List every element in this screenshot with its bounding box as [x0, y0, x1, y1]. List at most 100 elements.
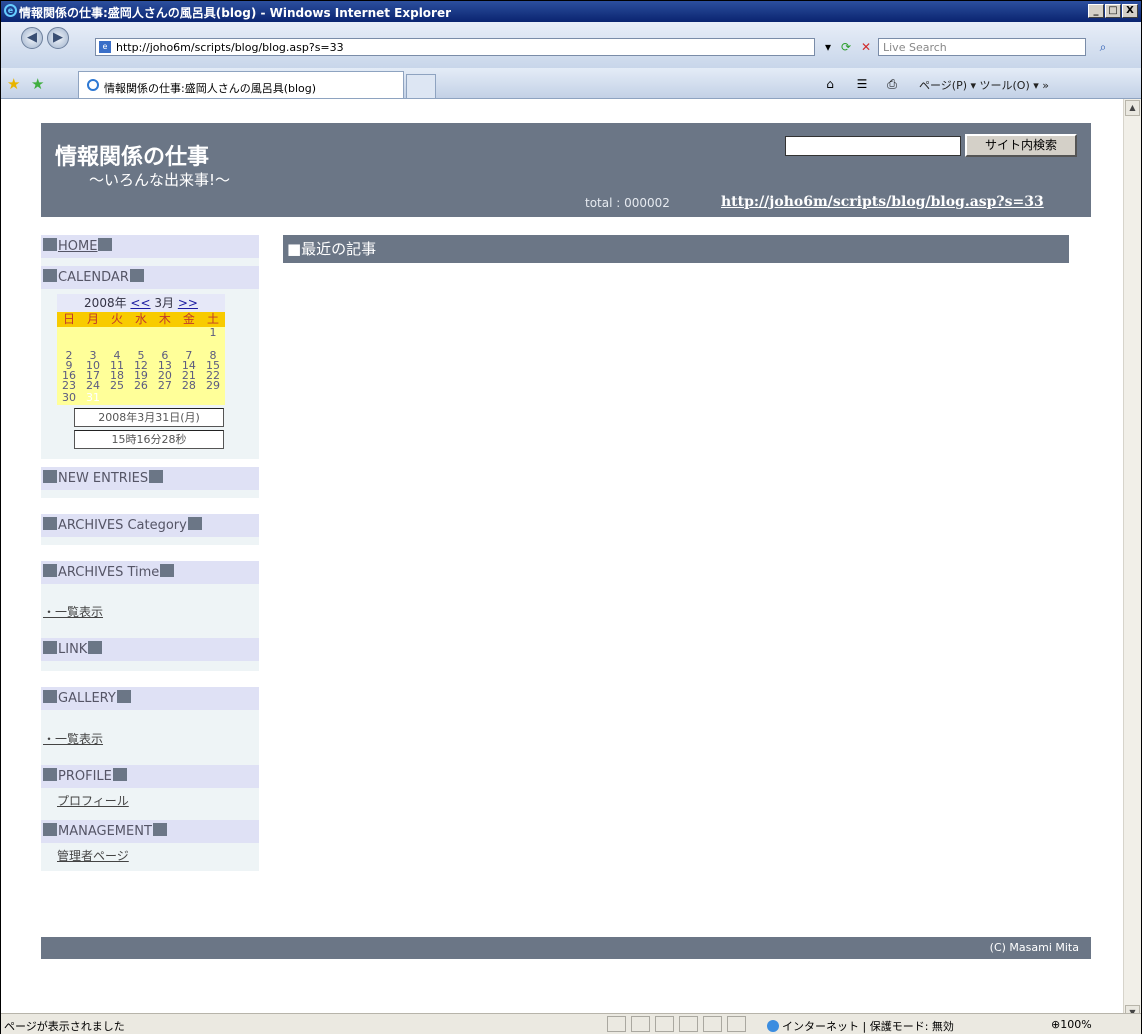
square-icon — [43, 238, 57, 251]
square-icon — [43, 470, 57, 483]
home-icon[interactable]: ⌂ — [821, 75, 839, 93]
status-segment — [679, 1016, 698, 1032]
sidebar-home[interactable]: HOME — [41, 235, 259, 258]
zoom-control[interactable]: ⊕100% — [1051, 1018, 1092, 1031]
tab-title: 情報関係の仕事:盛岡人さんの風呂具(blog) — [104, 82, 317, 95]
security-zone[interactable]: インターネット | 保護モード: 無効 — [767, 1018, 954, 1034]
header-url-link[interactable]: http://joho6m/scripts/blog/blog.asp?s=33 — [721, 194, 1044, 210]
square-icon — [116, 690, 131, 703]
vertical-scrollbar[interactable]: ▲ ▼ — [1123, 99, 1141, 1025]
dow-cell: 日 — [57, 312, 81, 327]
status-bar: ページが表示されました インターネット | 保護モード: 無効 ⊕100% — [1, 1013, 1141, 1034]
day-cell: 24 — [80, 380, 105, 391]
day-cell — [104, 391, 129, 405]
day-cell: 25 — [104, 380, 129, 391]
square-icon — [43, 517, 57, 530]
minimize-button[interactable]: _ — [1088, 4, 1104, 18]
site-search-input[interactable] — [785, 136, 961, 156]
site-header: 情報関係の仕事 ～いろんな出来事!～ サイト内検索 total : 000002… — [41, 123, 1091, 217]
gallery-list-link[interactable]: ・一覧表示 — [43, 732, 103, 746]
favorites-star-icon[interactable]: ★ — [7, 75, 20, 93]
site-subtitle: ～いろんな出来事!～ — [89, 171, 231, 189]
square-icon — [43, 269, 57, 282]
day-cell — [80, 327, 105, 339]
close-button[interactable]: X — [1122, 4, 1138, 18]
command-bar[interactable]: ページ(P) ▾ ツール(O) ▾ » — [919, 77, 1049, 93]
dropdown-icon[interactable]: ▾ — [819, 38, 837, 56]
browser-window: e 情報関係の仕事:盛岡人さんの風呂具(blog) - Windows Inte… — [0, 0, 1142, 1034]
sidebar-archives-category-header: ARCHIVES Category — [41, 514, 259, 537]
dow-cell: 水 — [128, 312, 153, 327]
page-icon: e — [99, 41, 111, 53]
day-cell — [176, 391, 201, 405]
page-viewport: 情報関係の仕事 ～いろんな出来事!～ サイト内検索 total : 000002… — [1, 99, 1123, 1025]
scroll-up-arrow-icon[interactable]: ▲ — [1125, 100, 1140, 116]
calendar-widget: 2008年 << 3月 >> 日 月 火 水 木 金 土 1 2 3 4 5 6… — [41, 289, 259, 459]
title-bar: e 情報関係の仕事:盛岡人さんの風呂具(blog) - Windows Inte… — [1, 1, 1141, 22]
calendar-table: 2008年 << 3月 >> 日 月 火 水 木 金 土 1 2 3 4 5 6… — [57, 294, 225, 405]
day-cell — [152, 327, 177, 339]
square-icon — [43, 641, 57, 654]
sidebar-calendar-header: CALENDAR — [41, 266, 259, 289]
square-icon — [43, 768, 57, 781]
zoom-icon: ⊕ — [1051, 1018, 1061, 1031]
add-favorites-icon[interactable]: ★ — [31, 75, 44, 93]
day-cell: 23 — [57, 380, 81, 391]
square-icon — [152, 823, 167, 836]
new-tab-button[interactable] — [406, 74, 436, 98]
status-segment — [727, 1016, 746, 1032]
day-cell: 28 — [176, 380, 201, 391]
tab-row: ★ ★ 情報関係の仕事:盛岡人さんの風呂具(blog) ⌂ ☰ ⎙ ページ(P)… — [1, 68, 1141, 99]
square-icon — [187, 517, 202, 530]
feeds-icon[interactable]: ☰ — [853, 75, 871, 93]
archives-list-link[interactable]: ・一覧表示 — [43, 605, 103, 619]
management-link[interactable]: 管理者ページ — [57, 849, 129, 863]
profile-link[interactable]: プロフィール — [57, 794, 129, 808]
day-cell — [128, 391, 153, 405]
sidebar-archives-category-label: ARCHIVES Category — [58, 518, 187, 533]
status-text: ページが表示されました — [4, 1020, 125, 1033]
dow-cell: 金 — [176, 312, 201, 327]
sidebar-gallery-label: GALLERY — [58, 691, 116, 706]
address-bar: ◀ ▶ e http://joho6m/scripts/blog/blog.as… — [1, 22, 1141, 68]
sidebar-management-label: MANAGEMENT — [58, 824, 152, 839]
square-icon — [149, 470, 164, 483]
square-icon — [43, 564, 57, 577]
day-cell — [176, 327, 201, 339]
site-search-button[interactable]: サイト内検索 — [965, 134, 1077, 157]
url-field[interactable]: e http://joho6m/scripts/blog/blog.asp?s=… — [95, 38, 815, 56]
zone-text: インターネット | 保護モード: 無効 — [782, 1020, 954, 1033]
window-title: 情報関係の仕事:盛岡人さんの風呂具(blog) - Windows Intern… — [19, 6, 452, 20]
day-cell: 29 — [200, 380, 225, 391]
day-cell — [200, 391, 225, 405]
day-cell: 1 — [200, 327, 225, 339]
sidebar-link-label: LINK — [58, 642, 88, 657]
status-segment — [703, 1016, 722, 1032]
stop-icon[interactable]: ✕ — [857, 38, 875, 56]
sidebar: HOME CALENDAR 2008年 << 3月 >> 日 月 火 水 木 金… — [41, 235, 259, 871]
sidebar-gallery-header: GALLERY — [41, 687, 259, 710]
square-icon — [160, 564, 175, 577]
sidebar-new-entries-label: NEW ENTRIES — [58, 471, 149, 486]
day-cell: 26 — [128, 380, 153, 391]
calendar-next-link[interactable]: >> — [178, 296, 198, 310]
calendar-year: 2008年 — [84, 296, 127, 310]
dow-cell: 木 — [152, 312, 177, 327]
site-title: 情報関係の仕事 — [55, 144, 210, 170]
calendar-prev-link[interactable]: << — [130, 296, 150, 310]
search-icon[interactable]: ⌕ — [1094, 38, 1112, 56]
tab-current[interactable]: 情報関係の仕事:盛岡人さんの風呂具(blog) — [78, 71, 404, 98]
sidebar-calendar-label: CALENDAR — [58, 270, 129, 285]
sidebar-profile-label: PROFILE — [58, 769, 112, 784]
square-icon — [43, 690, 57, 703]
back-button[interactable]: ◀ — [21, 27, 43, 49]
current-time-display: 15時16分28秒 — [74, 430, 224, 449]
refresh-icon[interactable]: ⟳ — [837, 38, 855, 56]
sidebar-archives-time-header: ARCHIVES Time — [41, 561, 259, 584]
print-icon[interactable]: ⎙ — [883, 75, 901, 93]
ie-logo-icon: e — [4, 4, 17, 17]
calendar-month-header: 2008年 << 3月 >> — [57, 294, 225, 312]
maximize-button[interactable]: □ — [1105, 4, 1121, 18]
forward-button[interactable]: ▶ — [47, 27, 69, 49]
search-input[interactable]: Live Search — [878, 38, 1086, 56]
